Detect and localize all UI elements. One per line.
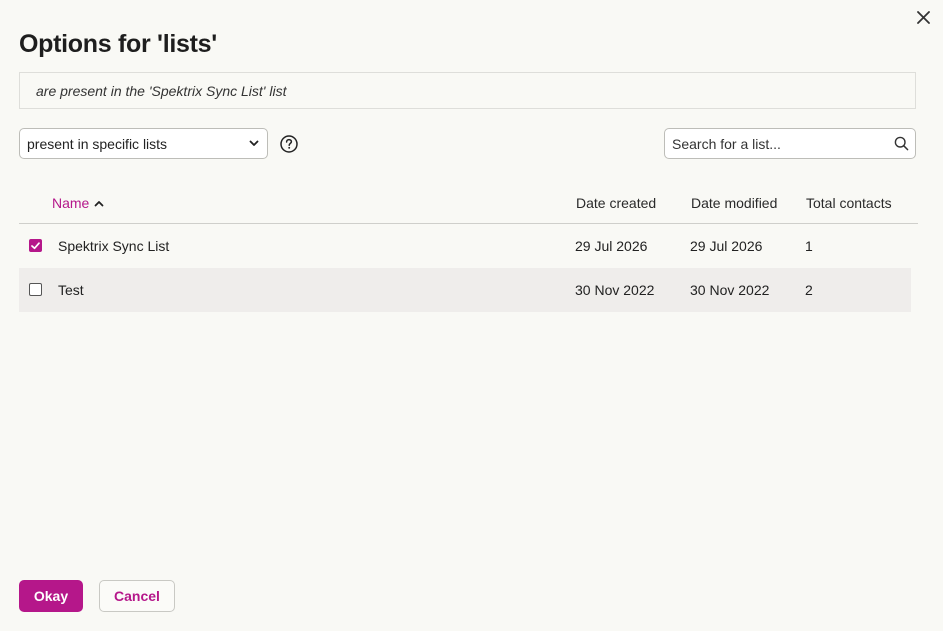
close-icon bbox=[916, 10, 930, 24]
column-header-name[interactable]: Name bbox=[52, 195, 104, 211]
row-date-modified: 29 Jul 2026 bbox=[690, 238, 763, 254]
okay-button[interactable]: Okay bbox=[19, 580, 83, 612]
row-checkbox[interactable] bbox=[29, 283, 42, 296]
table-row[interactable]: Spektrix Sync List 29 Jul 2026 29 Jul 20… bbox=[19, 224, 911, 268]
column-header-total-contacts[interactable]: Total contacts bbox=[806, 195, 892, 211]
help-button[interactable] bbox=[280, 135, 298, 153]
close-button[interactable] bbox=[911, 7, 935, 27]
search-icon[interactable] bbox=[894, 136, 909, 151]
table-header: Name Date created Date modified Total co… bbox=[19, 186, 918, 224]
list-search bbox=[664, 128, 916, 159]
row-date-modified: 30 Nov 2022 bbox=[690, 282, 770, 298]
cancel-button[interactable]: Cancel bbox=[99, 580, 175, 612]
row-date-created: 29 Jul 2026 bbox=[575, 238, 648, 254]
column-header-date-modified[interactable]: Date modified bbox=[691, 195, 777, 211]
filter-summary-text: are present in the 'Spektrix Sync List' … bbox=[36, 82, 287, 99]
column-header-date-created[interactable]: Date created bbox=[576, 195, 656, 211]
row-name: Spektrix Sync List bbox=[58, 238, 170, 254]
dialog-title: Options for 'lists' bbox=[19, 30, 217, 58]
row-total-contacts: 2 bbox=[805, 282, 813, 298]
checkmark-icon bbox=[31, 241, 40, 249]
filter-select-value: present in specific lists bbox=[27, 135, 168, 152]
column-header-name-label: Name bbox=[52, 195, 90, 211]
search-input[interactable] bbox=[672, 135, 894, 152]
row-name: Test bbox=[58, 282, 84, 298]
chevron-down-icon bbox=[249, 140, 259, 146]
row-date-created: 30 Nov 2022 bbox=[575, 282, 655, 298]
row-checkbox[interactable] bbox=[29, 239, 42, 252]
filter-select[interactable]: present in specific lists bbox=[19, 128, 268, 159]
filter-summary: are present in the 'Spektrix Sync List' … bbox=[19, 72, 916, 109]
help-icon bbox=[280, 135, 298, 153]
lists-table: Name Date created Date modified Total co… bbox=[19, 186, 918, 312]
sort-ascending-icon bbox=[94, 200, 104, 206]
row-total-contacts: 1 bbox=[805, 238, 813, 254]
table-row[interactable]: Test 30 Nov 2022 30 Nov 2022 2 bbox=[19, 268, 911, 312]
